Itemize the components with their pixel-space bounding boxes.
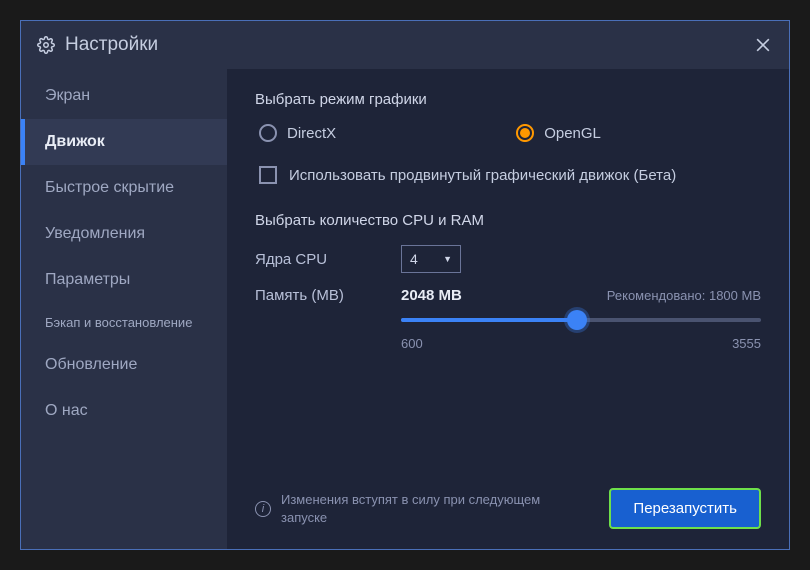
sidebar-item-label: Быстрое скрытие bbox=[45, 179, 174, 196]
window-title: Настройки bbox=[65, 34, 158, 56]
sidebar-item-label: Экран bbox=[45, 87, 90, 104]
body: Экран Движок Быстрое скрытие Уведомления… bbox=[21, 69, 789, 549]
radio-label: OpenGL bbox=[544, 125, 601, 142]
slider-labels: 600 3555 bbox=[401, 336, 761, 351]
cpu-select[interactable]: 4 ▼ bbox=[401, 245, 461, 273]
cpu-label: Ядра CPU bbox=[255, 251, 401, 268]
sidebar-item-about[interactable]: О нас bbox=[21, 388, 227, 434]
radio-directx[interactable]: DirectX bbox=[259, 124, 336, 142]
memory-row: Память (MB) 2048 MB Рекомендовано: 1800 … bbox=[255, 287, 761, 304]
cpu-value: 4 bbox=[410, 251, 418, 267]
memory-recommended: Рекомендовано: 1800 MB bbox=[607, 288, 761, 303]
cpu-ram-title: Выбрать количество CPU и RAM bbox=[255, 212, 761, 229]
sidebar-item-label: Параметры bbox=[45, 271, 130, 288]
footer: i Изменения вступят в силу при следующем… bbox=[255, 488, 761, 529]
memory-slider-container: 600 3555 bbox=[401, 318, 761, 351]
info-text: Изменения вступят в силу при следующем з… bbox=[281, 491, 571, 526]
sidebar-item-label: Движок bbox=[45, 133, 105, 150]
sidebar-item-parameters[interactable]: Параметры bbox=[21, 257, 227, 303]
slider-thumb[interactable] bbox=[567, 310, 587, 330]
sidebar-item-screen[interactable]: Экран bbox=[21, 73, 227, 119]
radio-icon bbox=[516, 124, 534, 142]
sidebar-item-notifications[interactable]: Уведомления bbox=[21, 211, 227, 257]
memory-label: Память (MB) bbox=[255, 287, 401, 304]
gear-icon bbox=[37, 36, 55, 54]
main-panel: Выбрать режим графики DirectX OpenGL Исп… bbox=[227, 69, 789, 549]
radio-label: DirectX bbox=[287, 125, 336, 142]
restart-button[interactable]: Перезапустить bbox=[609, 488, 761, 529]
settings-window: Настройки Экран Движок Быстрое скрытие У… bbox=[20, 20, 790, 550]
titlebar: Настройки bbox=[21, 21, 789, 69]
graphics-mode-title: Выбрать режим графики bbox=[255, 91, 761, 108]
cpu-row: Ядра CPU 4 ▼ bbox=[255, 245, 761, 273]
slider-max-label: 3555 bbox=[732, 336, 761, 351]
sidebar-item-engine[interactable]: Движок bbox=[21, 119, 227, 165]
sidebar-item-label: Обновление bbox=[45, 356, 137, 373]
advanced-engine-checkbox[interactable]: Использовать продвинутый графический дви… bbox=[255, 166, 761, 184]
checkbox-label: Использовать продвинутый графический дви… bbox=[289, 167, 676, 184]
sidebar-item-backup[interactable]: Бэкап и восстановление bbox=[21, 303, 227, 342]
sidebar-item-update[interactable]: Обновление bbox=[21, 342, 227, 388]
radio-icon bbox=[259, 124, 277, 142]
checkbox-icon bbox=[259, 166, 277, 184]
sidebar: Экран Движок Быстрое скрытие Уведомления… bbox=[21, 69, 227, 549]
close-icon[interactable] bbox=[753, 35, 773, 55]
sidebar-item-label: О нас bbox=[45, 402, 88, 419]
slider-fill bbox=[401, 318, 577, 322]
slider-min-label: 600 bbox=[401, 336, 423, 351]
sidebar-item-label: Уведомления bbox=[45, 225, 145, 242]
radio-opengl[interactable]: OpenGL bbox=[516, 124, 601, 142]
memory-value: 2048 MB bbox=[401, 287, 462, 304]
sidebar-item-label: Бэкап и восстановление bbox=[45, 315, 192, 330]
sidebar-item-quick-hide[interactable]: Быстрое скрытие bbox=[21, 165, 227, 211]
graphics-radio-group: DirectX OpenGL bbox=[255, 124, 761, 142]
chevron-down-icon: ▼ bbox=[443, 254, 452, 264]
memory-slider[interactable] bbox=[401, 318, 761, 322]
info-icon: i bbox=[255, 501, 271, 517]
